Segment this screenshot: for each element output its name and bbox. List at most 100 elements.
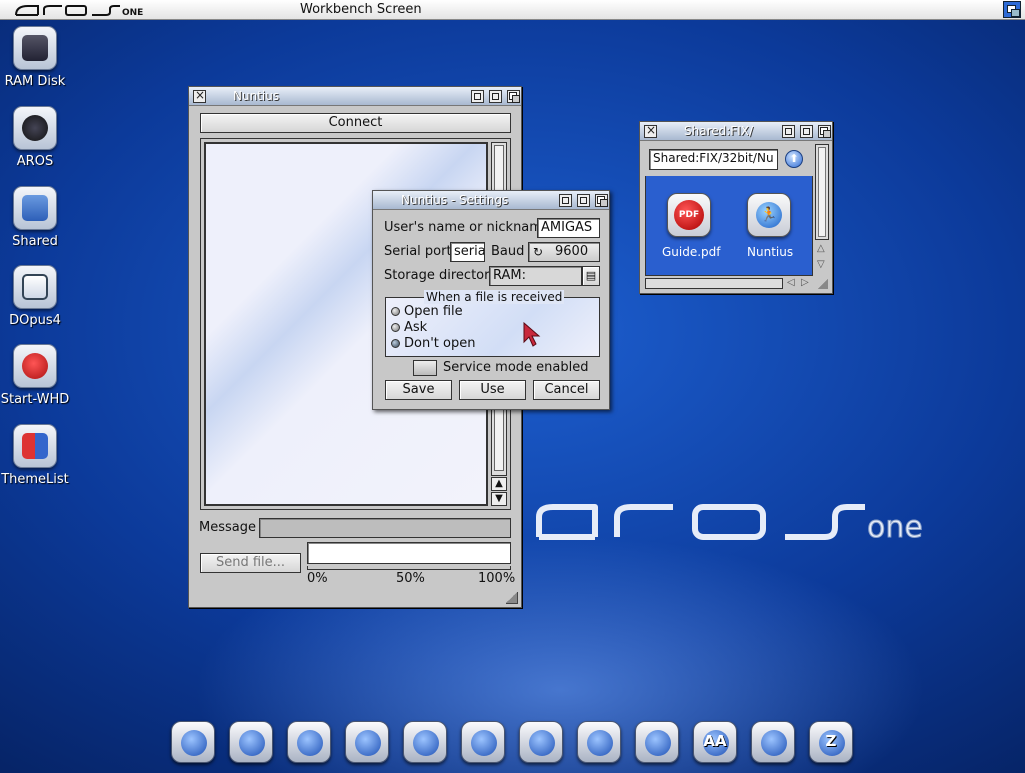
network-icon-glyph [239, 730, 265, 756]
depth-icon[interactable] [507, 90, 520, 103]
radio-open-file[interactable] [391, 307, 400, 316]
radio-label-ask[interactable]: Ask [404, 320, 427, 335]
storage-directory-input[interactable]: RAM: [489, 266, 582, 286]
scroll-up-arrow-icon[interactable]: △ [817, 243, 825, 254]
scroll-down-arrow-icon[interactable]: ▽ [817, 259, 825, 270]
desktop-icon-aros[interactable]: AROS [0, 106, 70, 169]
depth-icon[interactable] [595, 194, 608, 207]
connect-button[interactable]: Connect [200, 113, 511, 133]
nuntius-title-bar[interactable]: Nuntius [189, 87, 521, 106]
save-button[interactable]: Save [385, 380, 452, 400]
resize-gadget-icon[interactable] [818, 279, 828, 289]
svg-text:ONE: ONE [122, 8, 143, 18]
desktop-icon-label: Shared [12, 234, 58, 249]
window-title: Nuntius - Settings [401, 193, 509, 207]
screenmode-icon[interactable] [577, 721, 621, 763]
keyboard-icon-glyph [529, 730, 555, 756]
radio-ask[interactable] [391, 323, 400, 332]
file-label-nuntius[interactable]: Nuntius [747, 245, 793, 259]
use-button[interactable]: Use [459, 380, 526, 400]
zoom-icon[interactable] [489, 90, 502, 103]
parent-directory-icon[interactable]: ⬆ [785, 150, 803, 168]
iconify-icon[interactable] [559, 194, 572, 207]
radio-dont-open[interactable] [391, 339, 400, 348]
guide-pdf-icon[interactable]: PDF [667, 193, 711, 237]
keyboard-icon[interactable] [519, 721, 563, 763]
zune-icon[interactable]: Z [809, 721, 853, 763]
iconify-icon[interactable] [782, 125, 795, 138]
scroll-left-arrow-icon[interactable]: ◁ [787, 277, 795, 288]
baud-cycle-gadget[interactable]: ↻ 9600 [528, 242, 600, 262]
close-icon[interactable] [644, 123, 657, 138]
desktop-icon-label: ThemeList [1, 472, 69, 487]
network-icon[interactable] [229, 721, 273, 763]
themes-icon[interactable] [751, 721, 795, 763]
desktop-icon-label: RAM Disk [4, 74, 66, 89]
nickname-input[interactable]: AMIGAS [537, 218, 600, 238]
web-browser-icon[interactable] [635, 721, 679, 763]
service-mode-checkbox[interactable] [413, 360, 437, 376]
desktop-icon-label: Start-WHD [0, 392, 70, 407]
calculator-icon-glyph [355, 730, 381, 756]
display-prefs-icon-glyph [297, 730, 323, 756]
nuntius-program-icon[interactable]: 🏃 [747, 193, 791, 237]
themelist-icon [13, 424, 57, 468]
send-file-button[interactable]: Send file... [200, 553, 301, 573]
screen-depth-gadget[interactable] [1003, 1, 1021, 18]
iconify-icon[interactable] [471, 90, 484, 103]
settings-title-bar[interactable]: Nuntius - Settings [373, 191, 609, 210]
zoom-icon[interactable] [800, 125, 813, 138]
pointer-prefs-icon[interactable] [403, 721, 447, 763]
svg-text:one: one [867, 510, 923, 543]
desktop-icon-ram-disk[interactable]: RAM Disk [0, 26, 70, 89]
radio-label-dont-open[interactable]: Don't open [404, 336, 475, 351]
drawer-vertical-scrollbar[interactable] [815, 144, 829, 240]
web-browser-icon-glyph [645, 730, 671, 756]
desktop-icon-start-whd[interactable]: Start-WHD [0, 344, 70, 407]
baud-value: 9600 [555, 244, 589, 259]
screen-title: Workbench Screen [300, 2, 422, 17]
file-label-guide[interactable]: Guide.pdf [662, 245, 721, 259]
desktop-icon-label: DOpus4 [9, 313, 61, 328]
zoom-icon[interactable] [577, 194, 590, 207]
fonts-icon[interactable]: AA [693, 721, 737, 763]
message-input[interactable] [259, 518, 511, 538]
desktop-icon-shared[interactable]: Shared [0, 186, 70, 249]
baud-label: Baud [491, 244, 525, 259]
zune-icon-glyph: Z [825, 732, 837, 750]
shared-title-bar[interactable]: Shared:FIX/ [640, 122, 832, 141]
scroll-right-arrow-icon[interactable]: ▷ [801, 277, 809, 288]
pointer-prefs-icon-glyph [413, 730, 439, 756]
arosone-wallpaper-logo: one [536, 504, 923, 543]
display-prefs-icon[interactable] [287, 721, 331, 763]
window-title: Nuntius [233, 89, 280, 103]
close-icon[interactable] [193, 88, 206, 103]
path-input[interactable]: Shared:FIX/32bit/Nu [649, 149, 778, 170]
cancel-button[interactable]: Cancel [533, 380, 600, 400]
whdload-icon [13, 344, 57, 388]
depth-icon[interactable] [818, 125, 831, 138]
arosone-logo: ONE [15, 5, 143, 18]
drawer-horizontal-scrollbar[interactable] [645, 278, 783, 289]
desktop-icon-themelist[interactable]: ThemeList [0, 424, 70, 487]
desktop-icon-dopus4[interactable]: DOpus4 [0, 265, 70, 328]
pdf-icon: PDF [674, 200, 704, 230]
clock-icon-glyph [471, 730, 497, 756]
transfer-progress-bar [307, 542, 511, 564]
screenmode-icon-glyph [587, 730, 613, 756]
dopus-icon [13, 265, 57, 309]
popdrawer-icon[interactable]: ▤ [582, 266, 600, 286]
radio-label-open-file[interactable]: Open file [404, 304, 463, 319]
scroll-up-arrow-icon[interactable]: ▲ [491, 477, 507, 491]
serial-port-input[interactable]: seria [450, 242, 485, 262]
scrollbar-knob[interactable] [818, 147, 826, 237]
clock-icon[interactable] [461, 721, 505, 763]
shared-drive-icon [13, 186, 57, 230]
screen-title-bar: ONE Workbench Screen [0, 0, 1025, 20]
calculator-icon[interactable] [345, 721, 389, 763]
serial-port-label: Serial port [384, 244, 452, 259]
scroll-down-arrow-icon[interactable]: ▼ [491, 492, 507, 506]
storage-directory-label: Storage directory [384, 268, 498, 283]
resize-gadget-icon[interactable] [506, 592, 518, 604]
system-tools-icon[interactable] [171, 721, 215, 763]
